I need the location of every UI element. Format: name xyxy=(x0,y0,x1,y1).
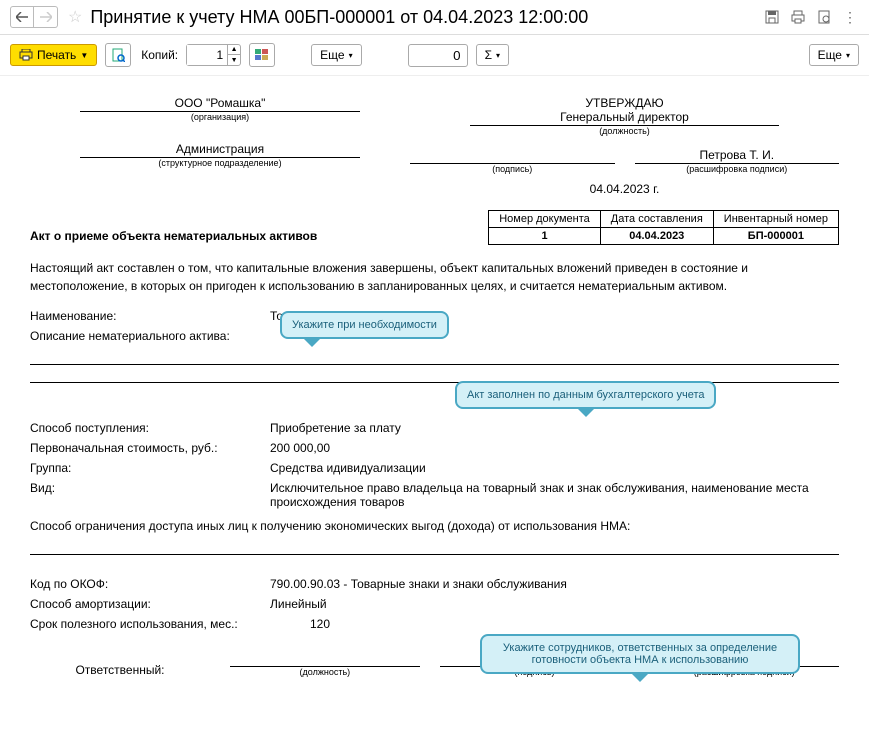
position-value: Генеральный директор xyxy=(470,110,779,126)
callout-3: Укажите сотрудников, ответственных за оп… xyxy=(480,634,800,674)
body-text: Настоящий акт составлен о том, что капит… xyxy=(30,259,839,295)
method-label: Способ поступления: xyxy=(30,421,270,435)
act-val2: 04.04.2023 xyxy=(600,228,713,245)
nav-arrows xyxy=(10,6,58,28)
dept-caption: (структурное подразделение) xyxy=(30,158,410,168)
sigma-label: Σ xyxy=(485,48,492,62)
chevron-down-icon: ▼ xyxy=(80,51,88,60)
titlebar: ☆ Принятие к учету НМА 00БП-000001 от 04… xyxy=(0,0,869,35)
act-col3: Инвентарный номер xyxy=(713,211,838,228)
callout-1: Укажите при необходимости xyxy=(280,311,449,339)
act-col2: Дата составления xyxy=(600,211,713,228)
org-name: ООО "Ромашка" xyxy=(80,96,360,112)
spinner-up-icon[interactable]: ▲ xyxy=(228,45,240,55)
title-icons: ⋮ xyxy=(763,8,859,26)
act-table: Номер документа Дата составления Инвента… xyxy=(488,210,839,245)
amort-label: Способ амортизации: xyxy=(30,597,270,611)
name-label: Наименование: xyxy=(30,309,270,323)
act-val3: БП-000001 xyxy=(713,228,838,245)
copies-spinner[interactable]: ▲ ▼ xyxy=(186,44,241,66)
act-col1: Номер документа xyxy=(489,211,601,228)
kind-label: Вид: xyxy=(30,481,270,495)
resp-position-cap: (должность) xyxy=(230,667,420,677)
copies-input[interactable] xyxy=(187,45,227,65)
more-label: Еще xyxy=(320,48,344,62)
sigma-button[interactable]: Σ ▾ xyxy=(476,44,509,66)
group-label: Группа: xyxy=(30,461,270,475)
more-button-2[interactable]: Еще ▾ xyxy=(809,44,859,66)
cost-label: Первоначальная стоимость, руб.: xyxy=(30,441,270,455)
sign-caption: (подпись) xyxy=(410,164,615,174)
amort-value: Линейный xyxy=(270,597,839,611)
print-button[interactable]: Печать ▼ xyxy=(10,44,97,66)
signer-name: Петрова Т. И. xyxy=(635,148,840,164)
okof-value: 790.00.90.03 - Товарные знаки и знаки об… xyxy=(270,577,839,591)
method-value: Приобретение за плату xyxy=(270,421,839,435)
org-caption: (организация) xyxy=(30,112,410,122)
copies-label: Копий: xyxy=(141,48,178,62)
restrict-label: Способ ограничения доступа иных лиц к по… xyxy=(30,519,630,533)
position-caption: (должность) xyxy=(410,126,839,136)
cost-value: 200 000,00 xyxy=(270,441,839,455)
spinner-down-icon[interactable]: ▼ xyxy=(228,55,240,65)
name-caption: (расшифровка подписи) xyxy=(635,164,840,174)
chevron-down-icon: ▾ xyxy=(349,51,353,60)
more-button-1[interactable]: Еще ▾ xyxy=(311,44,361,66)
preview-icon[interactable] xyxy=(815,8,833,26)
desc-line1 xyxy=(30,349,839,365)
responsible-label: Ответственный: xyxy=(30,663,210,677)
dept-name: Администрация xyxy=(80,142,360,158)
menu-dots-icon[interactable]: ⋮ xyxy=(841,8,859,26)
save-icon[interactable] xyxy=(763,8,781,26)
approve-label: УТВЕРЖДАЮ xyxy=(410,96,839,110)
act-title: Акт о приеме объекта нематериальных акти… xyxy=(30,229,317,245)
preview-button[interactable] xyxy=(105,43,131,67)
number-field[interactable] xyxy=(408,44,468,67)
printer-icon xyxy=(19,49,33,61)
approve-date: 04.04.2023 г. xyxy=(410,182,839,196)
callout-2: Акт заполнен по данным бухгалтерского уч… xyxy=(455,381,716,409)
life-label: Срок полезного использования, мес.: xyxy=(30,617,310,631)
chevron-down-icon: ▾ xyxy=(496,51,500,60)
life-value: 120 xyxy=(310,617,839,631)
group-value: Средства идивидуализации xyxy=(270,461,839,475)
more-label-2: Еще xyxy=(818,48,842,62)
desc-label: Описание нематериального актива: xyxy=(30,329,230,343)
chevron-down-icon: ▾ xyxy=(846,51,850,60)
kind-value: Исключительное право владельца на товарн… xyxy=(270,481,839,509)
nav-back-button[interactable] xyxy=(10,6,34,28)
page-title: Принятие к учету НМА 00БП-000001 от 04.0… xyxy=(90,7,763,28)
print-label: Печать xyxy=(37,48,76,62)
settings-button[interactable] xyxy=(249,43,275,67)
document-body: ООО "Ромашка" (организация) УТВЕРЖДАЮ Ге… xyxy=(0,76,869,697)
act-val1: 1 xyxy=(489,228,601,245)
desc-line2 xyxy=(30,367,839,383)
nav-forward-button[interactable] xyxy=(34,6,58,28)
print-icon[interactable] xyxy=(789,8,807,26)
okof-label: Код по ОКОФ: xyxy=(30,577,270,591)
restrict-line xyxy=(30,539,839,555)
toolbar: Печать ▼ Копий: ▲ ▼ Еще ▾ Σ ▾ Еще ▾ xyxy=(0,35,869,76)
favorite-star-icon[interactable]: ☆ xyxy=(68,7,82,27)
